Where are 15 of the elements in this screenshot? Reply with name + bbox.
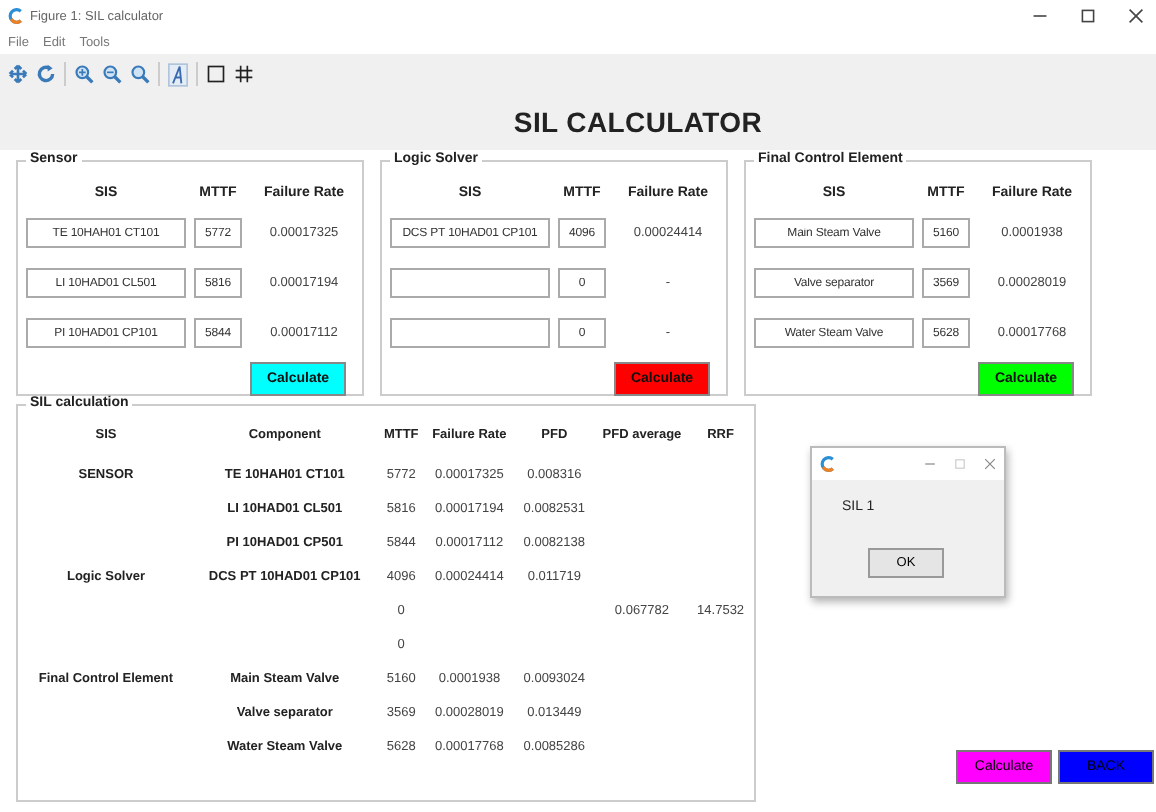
- app-icon: [820, 456, 836, 472]
- square-icon[interactable]: [206, 64, 226, 84]
- zoom-in-icon[interactable]: [74, 64, 94, 84]
- move-icon[interactable]: [8, 64, 28, 84]
- refresh-icon[interactable]: [36, 64, 56, 84]
- maximize-icon[interactable]: [1080, 8, 1096, 24]
- app-icon: [8, 8, 24, 24]
- input-field[interactable]: [390, 318, 550, 348]
- grid-icon[interactable]: [234, 64, 254, 84]
- italic-a-icon[interactable]: [168, 61, 188, 87]
- zoom-out-icon[interactable]: [102, 64, 122, 84]
- close-icon[interactable]: [1128, 8, 1144, 24]
- input-field[interactable]: [390, 268, 550, 298]
- zoom-icon[interactable]: [130, 64, 150, 84]
- page-heading: SIL CALCULATOR: [511, 104, 765, 138]
